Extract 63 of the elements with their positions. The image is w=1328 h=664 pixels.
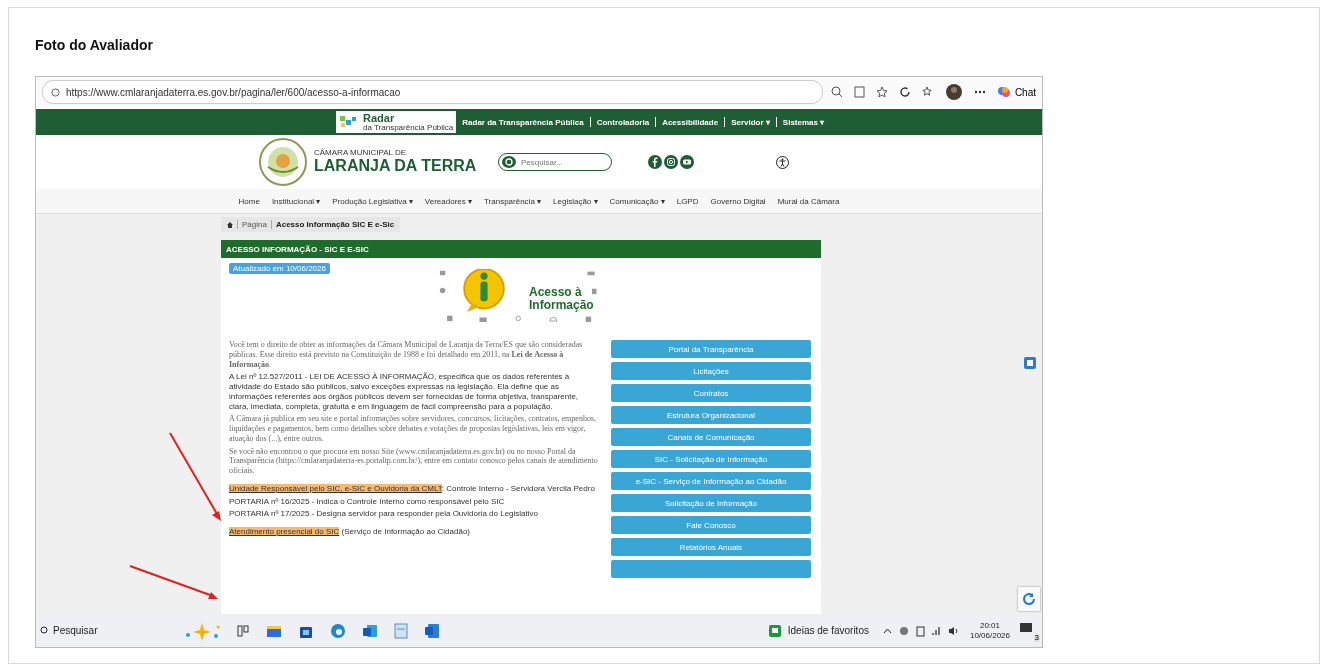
captcha-icon[interactable] [1018, 587, 1040, 611]
clock[interactable]: 20:01 10/06/2026 [969, 620, 1010, 641]
nav-item[interactable]: Vereadores ▾ [424, 196, 472, 206]
zoom-icon[interactable] [830, 86, 843, 98]
folder-icon[interactable] [266, 623, 282, 638]
top-link[interactable]: Radar da Transparência Pública [462, 117, 584, 127]
section-header: ACESSO INFORMAÇÃO - SIC E E-SIC [221, 240, 821, 258]
radar-logo[interactable]: Radar da Transparência Pública [336, 111, 457, 133]
update-badge: Atualizado em 10/06/2026 [229, 263, 330, 274]
nav-item[interactable]: Produção Legislativa ▾ [332, 196, 413, 206]
browser-icon[interactable] [330, 622, 346, 639]
star-icon[interactable] [875, 86, 888, 98]
paragraph: PORTARIA nº 17/2025 - Designa servidor para responder pela Ouvidoria do Legislativo [229, 509, 540, 519]
top-link[interactable]: Servidor ▾ [731, 117, 770, 127]
chevron-up-icon[interactable] [882, 627, 892, 634]
paragraph: A Lei nº 12.527/2011 - LEI DE ACESSO À INFORMAÇÃO, especifica que os dados referentes à atividade do Estado são públicos, salvo exceções expressas na legislação. Ela define que as informações referentes aos órgãos públicos devem ser fornecidas de forma objetiva, transparente, clara, imediata, completa, gratuita e em linguagem de fácil compreensão para a população. [229, 372, 580, 412]
logo-title: Acesso à Informação [529, 286, 595, 312]
top-link[interactable]: Controladoria [596, 117, 650, 127]
refresh-icon[interactable] [898, 86, 911, 98]
taskbar-search[interactable]: Pesquisar [40, 625, 180, 636]
nav-item[interactable]: Mural da Câmara [777, 196, 840, 206]
org-subtitle: CÂMARA MUNICIPAL DE [314, 149, 407, 158]
search-icon [40, 625, 48, 636]
news-widget[interactable]: Ideias de favoritos [767, 623, 869, 638]
paragraph: A Câmara já publica em seu site e portal informações sobre servidores, concursos, licitações, contratos, empenhos, liquidações e pagamentos, bem como detalhes sobre debates e votações de propostas legislativas, leis em vigor, atuação dos (...), entre outros. [229, 414, 597, 444]
nav-item[interactable]: Comunicação ▾ [609, 196, 665, 206]
breadcrumb-item[interactable]: Acesso Informação SIC E e-Sic [270, 220, 395, 229]
instagram-icon[interactable] [664, 155, 678, 169]
nav-item[interactable]: Institucional ▾ [271, 196, 321, 206]
youtube-icon[interactable] [680, 155, 694, 169]
address-bar[interactable]: https://www.cmlaranjadaterra.es.gov.br/pagina/ler/600/acesso-a-informacao [42, 80, 823, 104]
network-icon[interactable] [930, 625, 942, 636]
more-icon[interactable] [973, 90, 986, 94]
org-name: LARANJA DA TERRA [314, 157, 477, 175]
favorites-icon[interactable] [921, 86, 934, 98]
reader-icon[interactable] [853, 86, 865, 98]
breadcrumb-item[interactable]: Página [237, 220, 267, 229]
top-link[interactable]: Sistemas ▾ [782, 117, 825, 127]
avatar-icon[interactable] [944, 83, 963, 101]
paragraph: PORTARIA nº 16/2025 - Indica o Controle Interno como responsável pelo SIC [229, 496, 506, 507]
home-icon[interactable] [227, 221, 233, 228]
facebook-icon[interactable] [648, 155, 662, 169]
paragraph: Você tem o direito de obter as informações da Câmara Municipal de Laranja da Terra/ES que são consideradas públicas. Esse direito está previsto na Constituição de 1988 e foi detalhado em 2011, na Lei de Acesso à Informação. [229, 340, 584, 370]
card-title: Foto do Avaliador [35, 37, 154, 55]
nav-item[interactable]: Transparência ▾ [484, 196, 542, 206]
nav-item[interactable]: Governo Digital [710, 196, 766, 206]
nav-item[interactable]: Home [238, 196, 260, 206]
chat-icon [996, 85, 1011, 99]
search-icon[interactable] [502, 156, 516, 168]
speaker-icon[interactable] [947, 625, 960, 636]
task-view-icon[interactable] [236, 623, 250, 638]
mail-icon[interactable] [362, 622, 378, 639]
nav-item[interactable]: Legislação ▾ [553, 196, 598, 206]
accessibility-icon[interactable] [776, 155, 789, 169]
nav-item[interactable]: LGPD [676, 196, 699, 206]
top-link[interactable]: Acessibilidade [662, 117, 719, 127]
search-field[interactable]: Pesquisar... [498, 153, 612, 171]
paragraph: Unidade Responsável pelo SIC, e-SIC e Ouvidoria da CMLT: Controle Interno - Servidora Vercila Pedro [229, 483, 596, 494]
paragraph: Se você não encontrou o que procura em nosso Site (www.cmlaranjadaterra.es.gov.br) ou no nosso Portal da Transparência (https://cmlaranjadaterra-es.portaltp.com.br/), entre em contato conosco pelos canais de atendimento oficiais. [229, 446, 599, 476]
word-icon[interactable] [424, 622, 440, 639]
chat-button[interactable]: Chat [996, 85, 1036, 99]
news-icon [767, 623, 782, 638]
paragraph: Atendimento presencial do SIC (Serviço de Informação ao Cidadão) [229, 527, 472, 537]
